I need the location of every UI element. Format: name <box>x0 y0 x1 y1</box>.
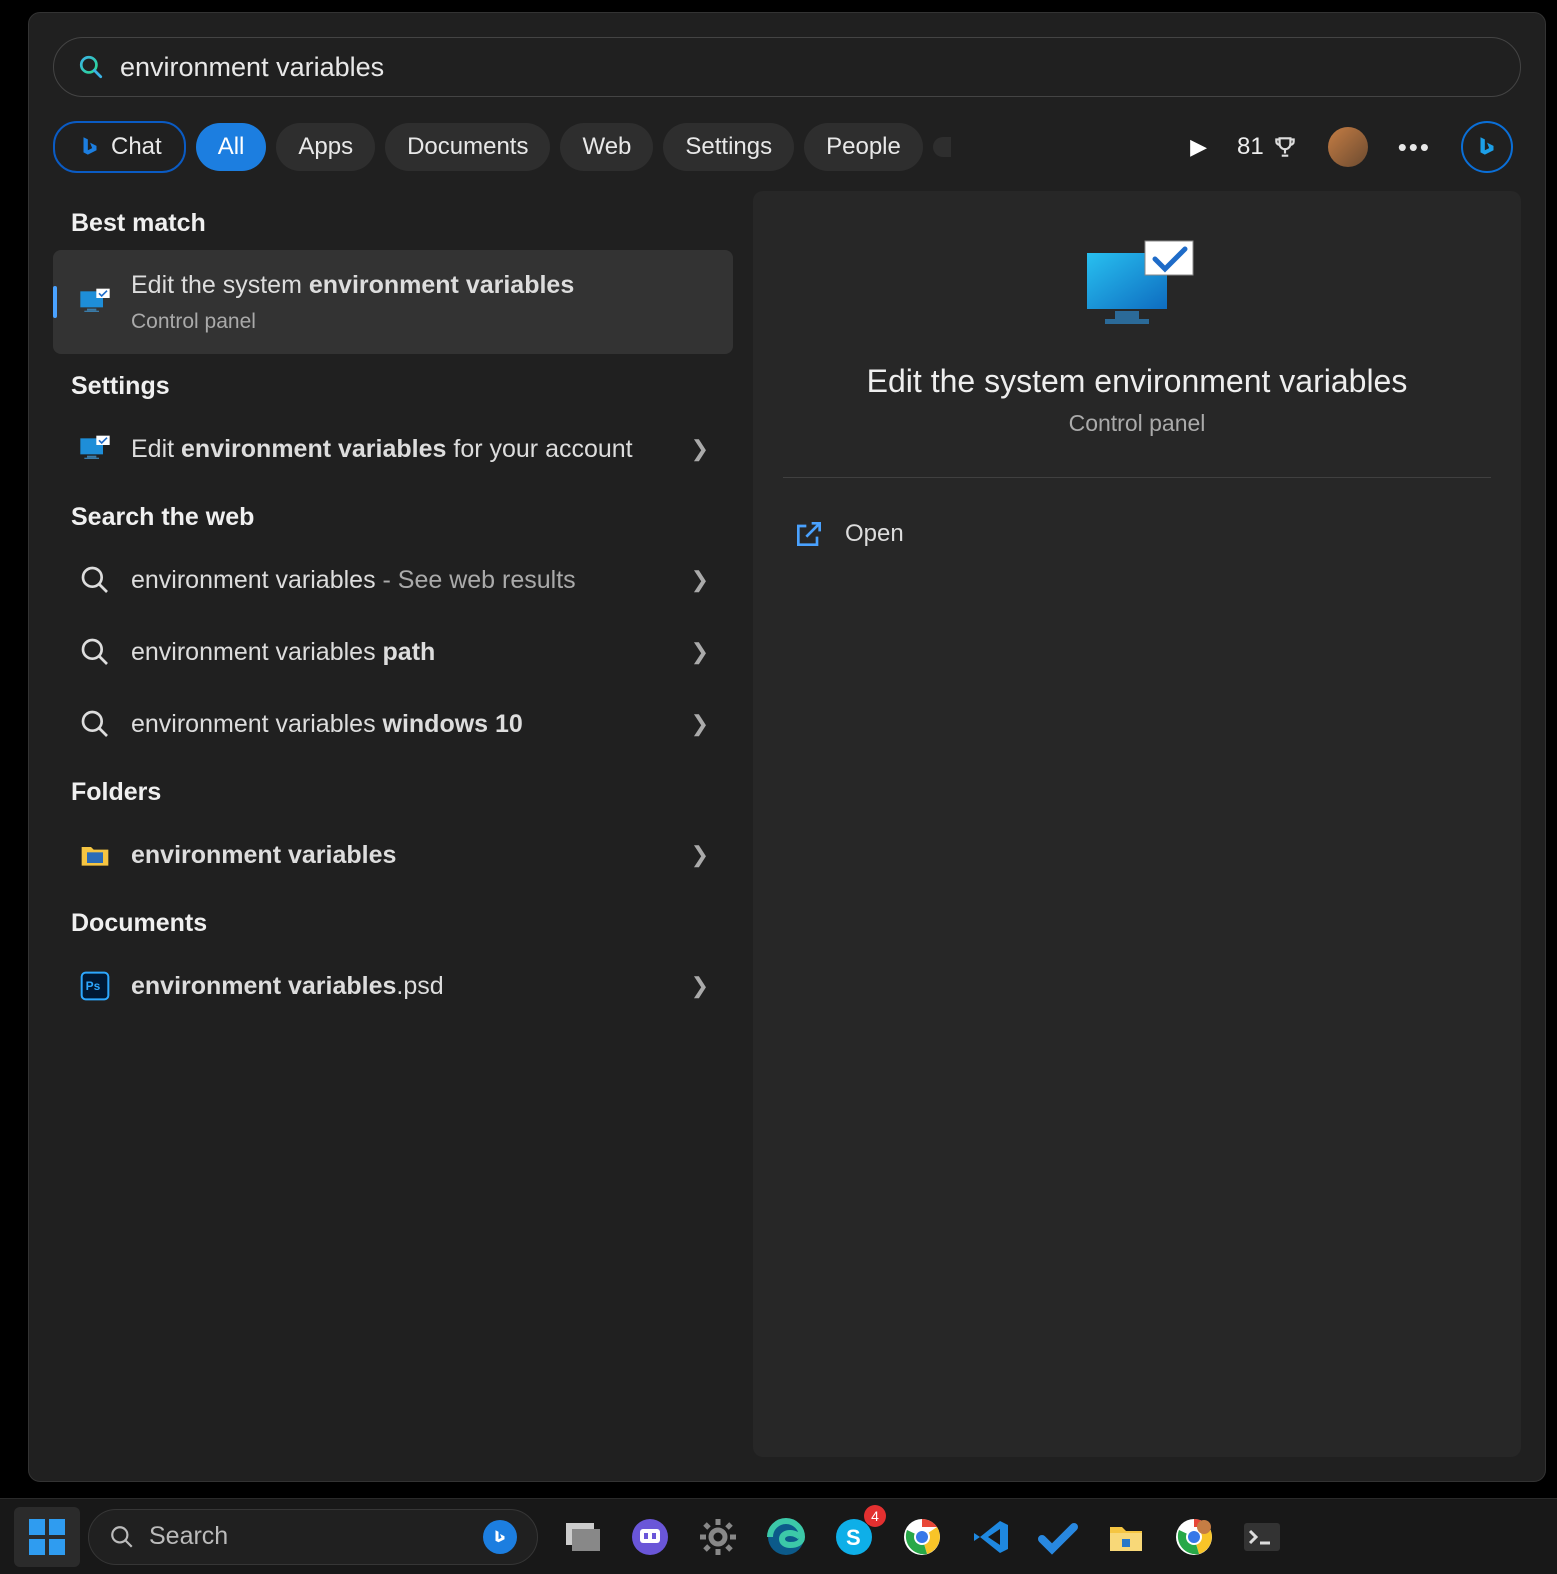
search-icon <box>78 54 104 80</box>
bing-chat-button[interactable] <box>1461 121 1513 173</box>
filter-chat[interactable]: Chat <box>53 121 186 173</box>
taskbar: Search S 4 <box>0 1498 1557 1574</box>
task-view-icon <box>560 1515 604 1559</box>
filter-settings[interactable]: Settings <box>663 123 794 171</box>
svg-text:S: S <box>846 1525 861 1550</box>
chevron-right-icon: ❯ <box>691 973 715 999</box>
chevron-right-icon: ❯ <box>691 842 715 868</box>
result-settings-item[interactable]: Edit environment variables for your acco… <box>53 413 733 485</box>
badge-count: 4 <box>864 1505 886 1527</box>
folder-icon <box>79 839 111 871</box>
search-panel: Chat All Apps Documents Web Settings Peo… <box>28 12 1546 1482</box>
magnifier-icon <box>79 636 111 668</box>
result-web-0[interactable]: environment variables - See web results … <box>53 544 733 616</box>
search-box[interactable] <box>53 37 1521 97</box>
taskbar-vscode[interactable] <box>960 1507 1020 1567</box>
result-folder-0[interactable]: environment variables ❯ <box>53 819 733 891</box>
taskbar-edge[interactable] <box>756 1507 816 1567</box>
section-settings: Settings <box>53 354 733 413</box>
taskbar-terminal[interactable] <box>1232 1507 1292 1567</box>
detail-panel: Edit the system environment variables Co… <box>753 191 1521 1457</box>
control-panel-icon <box>79 286 111 318</box>
section-folders: Folders <box>53 760 733 819</box>
chevron-right-icon: ❯ <box>691 639 715 665</box>
divider <box>783 477 1491 478</box>
result-web-1[interactable]: environment variables path ❯ <box>53 616 733 688</box>
result-document-0[interactable]: Ps environment variables.psd ❯ <box>53 950 733 1022</box>
taskbar-chrome[interactable] <box>892 1507 952 1567</box>
user-avatar[interactable] <box>1328 127 1368 167</box>
chat-icon <box>628 1515 672 1559</box>
section-best-match: Best match <box>53 191 733 250</box>
windows-icon <box>27 1517 67 1557</box>
vscode-icon <box>968 1515 1012 1559</box>
chevron-right-icon: ❯ <box>691 567 715 593</box>
filter-web[interactable]: Web <box>560 123 653 171</box>
search-icon <box>109 1524 135 1550</box>
svg-text:Ps: Ps <box>86 979 101 993</box>
control-panel-large-icon <box>1077 239 1197 339</box>
photoshop-icon: Ps <box>79 970 111 1002</box>
section-documents: Documents <box>53 891 733 950</box>
more-menu[interactable]: ••• <box>1398 132 1431 163</box>
filter-apps[interactable]: Apps <box>276 123 375 171</box>
magnifier-icon <box>79 708 111 740</box>
chrome-icon <box>1172 1515 1216 1559</box>
results-list: Best match Edit the system environment v… <box>53 191 733 1457</box>
control-panel-icon <box>79 433 111 465</box>
result-web-2[interactable]: environment variables windows 10 ❯ <box>53 688 733 760</box>
play-icon[interactable]: ▶ <box>1190 134 1207 160</box>
taskbar-explorer[interactable] <box>1096 1507 1156 1567</box>
search-input[interactable] <box>120 52 1496 83</box>
taskbar-settings[interactable] <box>688 1507 748 1567</box>
filter-overflow[interactable] <box>933 137 951 157</box>
chevron-right-icon: ❯ <box>691 436 715 462</box>
chrome-icon <box>900 1515 944 1559</box>
filter-all[interactable]: All <box>196 123 267 171</box>
bing-search-icon <box>483 1520 517 1554</box>
terminal-icon <box>1240 1515 1284 1559</box>
detail-subtitle: Control panel <box>753 410 1521 437</box>
result-best-match[interactable]: Edit the system environment variables Co… <box>53 250 733 354</box>
section-search-web: Search the web <box>53 485 733 544</box>
gear-icon <box>696 1515 740 1559</box>
taskbar-chrome-2[interactable] <box>1164 1507 1224 1567</box>
taskbar-task-view[interactable] <box>552 1507 612 1567</box>
open-icon <box>793 518 825 550</box>
rewards-points[interactable]: 81 <box>1237 133 1298 161</box>
check-icon <box>1036 1515 1080 1559</box>
detail-title: Edit the system environment variables <box>753 363 1521 400</box>
edge-icon <box>764 1515 808 1559</box>
bing-icon <box>77 134 103 160</box>
open-action[interactable]: Open <box>753 508 1521 560</box>
magnifier-icon <box>79 564 111 596</box>
taskbar-search[interactable]: Search <box>88 1509 538 1565</box>
trophy-icon <box>1272 134 1298 160</box>
filter-documents[interactable]: Documents <box>385 123 550 171</box>
bing-icon <box>1474 134 1500 160</box>
taskbar-todo[interactable] <box>1028 1507 1088 1567</box>
folder-icon <box>1104 1515 1148 1559</box>
filter-row: Chat All Apps Documents Web Settings Peo… <box>29 113 1545 191</box>
start-button[interactable] <box>14 1507 80 1567</box>
chevron-right-icon: ❯ <box>691 711 715 737</box>
filter-people[interactable]: People <box>804 123 923 171</box>
taskbar-chat[interactable] <box>620 1507 680 1567</box>
taskbar-search-placeholder: Search <box>149 1522 228 1551</box>
